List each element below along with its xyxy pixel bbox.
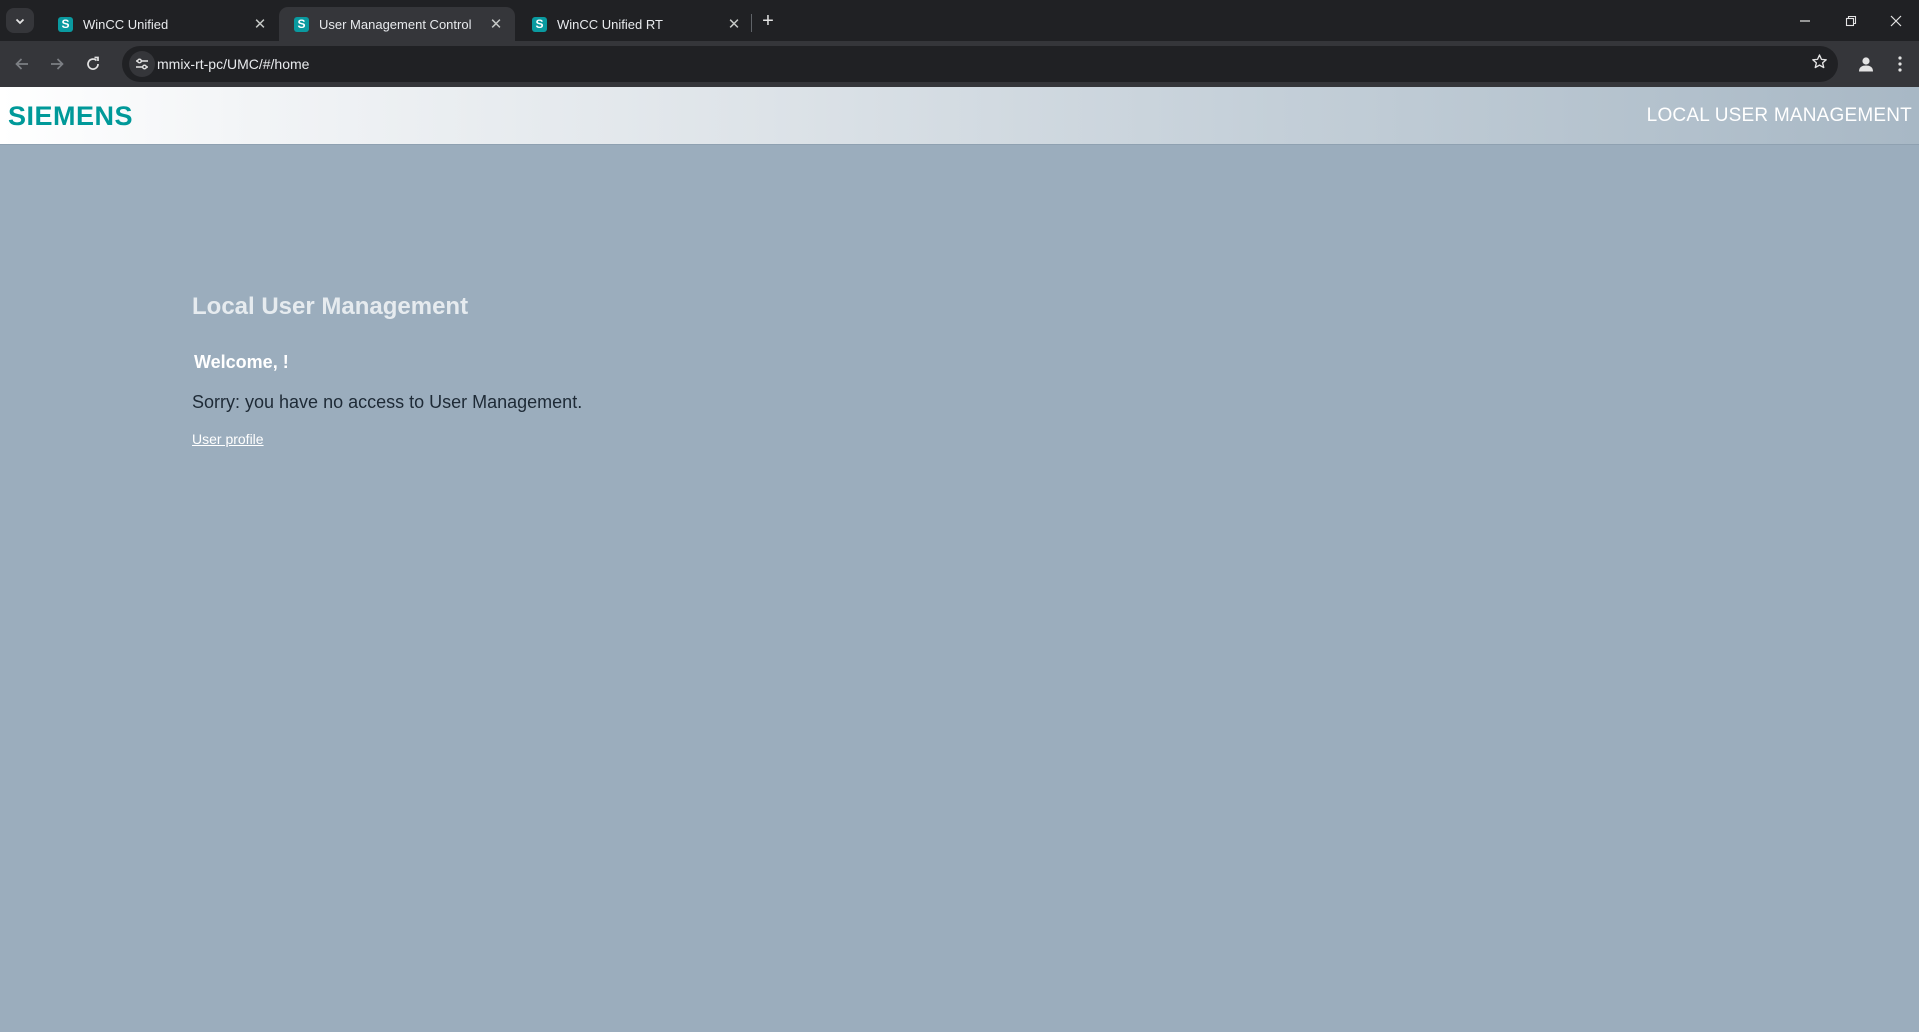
close-icon[interactable]: ✕	[251, 15, 269, 33]
no-access-message: Sorry: you have no access to User Manage…	[192, 392, 583, 412]
restore-button[interactable]	[1828, 0, 1874, 41]
welcome-text: Welcome, !	[194, 352, 289, 372]
close-icon[interactable]: ✕	[725, 15, 743, 33]
tab-title: User Management Control	[319, 16, 472, 32]
tune-icon	[136, 58, 148, 70]
tab-wincc-unified[interactable]: S WinCC Unified ✕	[43, 7, 279, 41]
siemens-favicon-icon: S	[58, 16, 73, 32]
kebab-icon	[1898, 56, 1902, 72]
tab-search-button[interactable]	[6, 8, 34, 33]
browser-menu-button[interactable]	[1890, 51, 1910, 77]
tab-separator	[751, 14, 752, 32]
url-text[interactable]: mmix-rt-pc/UMC/#/home	[157, 56, 309, 72]
plus-icon: +	[762, 9, 774, 32]
page-title: Local User Management	[192, 293, 469, 320]
reload-icon	[87, 56, 99, 70]
close-icon	[1890, 15, 1902, 26]
browser-tab-strip: S WinCC Unified ✕ S User Management Cont…	[0, 0, 1919, 41]
tab-title: WinCC Unified RT	[557, 16, 663, 32]
browser-toolbar: mmix-rt-pc/UMC/#/home	[0, 41, 1919, 87]
header-title: LOCAL USER MANAGEMENT	[1646, 105, 1912, 126]
reload-button[interactable]	[78, 49, 108, 79]
new-tab-button[interactable]: +	[755, 8, 781, 34]
close-window-button[interactable]	[1873, 0, 1919, 41]
user-profile-link[interactable]: User profile	[192, 431, 264, 447]
restore-icon	[1845, 15, 1857, 26]
minimize-button[interactable]	[1782, 0, 1828, 41]
siemens-favicon-icon: S	[532, 16, 547, 32]
minimize-icon	[1800, 19, 1810, 22]
person-icon	[1859, 57, 1873, 72]
app-header: SIEMENS LOCAL USER MANAGEMENT	[0, 87, 1919, 145]
close-icon[interactable]: ✕	[487, 15, 505, 33]
siemens-logo: SIEMENS	[8, 101, 134, 131]
tab-wincc-unified-rt[interactable]: S WinCC Unified RT ✕	[517, 7, 753, 41]
bookmark-button[interactable]	[1811, 53, 1828, 75]
main-content: Local User Management Welcome, ! Sorry: …	[192, 293, 582, 447]
address-bar[interactable]: mmix-rt-pc/UMC/#/home	[122, 46, 1838, 82]
forward-button[interactable]	[42, 49, 72, 79]
arrow-left-icon	[15, 58, 28, 70]
back-button[interactable]	[7, 49, 37, 79]
site-info-button[interactable]	[129, 51, 155, 77]
profile-button[interactable]	[1853, 51, 1879, 77]
tab-user-management-control[interactable]: S User Management Control ✕	[279, 7, 515, 41]
chevron-down-icon	[15, 18, 25, 24]
star-icon	[1812, 54, 1827, 69]
tab-title: WinCC Unified	[83, 16, 169, 32]
arrow-right-icon	[51, 58, 64, 70]
siemens-favicon-icon: S	[294, 16, 309, 32]
